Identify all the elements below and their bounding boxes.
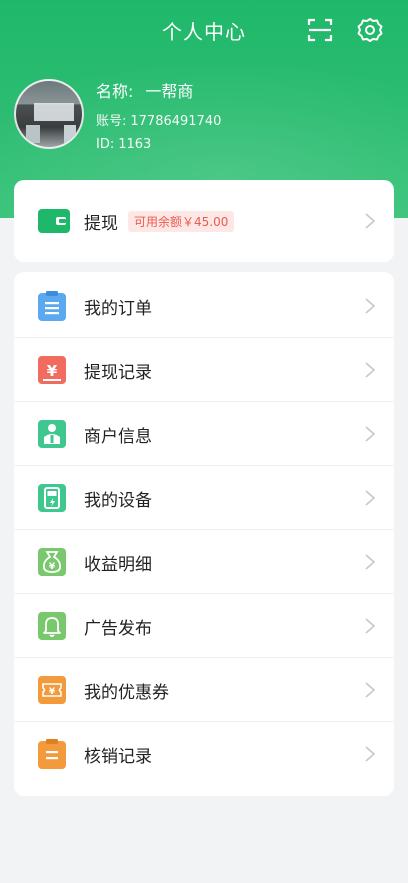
id-row: ID: 1163 — [96, 137, 221, 152]
withdraw-card[interactable]: 提现 可用余额￥45.00 — [14, 180, 394, 262]
bell-icon — [38, 612, 66, 640]
gear-icon — [357, 18, 383, 42]
clipboard-list-icon — [38, 739, 66, 769]
clipboard-icon — [38, 291, 66, 321]
chevron-right-icon — [365, 554, 376, 570]
menu-label-redemption-records: 核销记录 — [84, 746, 152, 767]
menu-label-my-devices: 我的设备 — [84, 490, 152, 511]
chevron-right-icon — [365, 490, 376, 506]
profile-section: 名称: 一帮商 账号: 17786491740 ID: 1163 — [14, 76, 221, 152]
menu-item-my-devices[interactable]: 我的设备 — [14, 466, 394, 530]
account-value: 17786491740 — [130, 114, 222, 129]
avatar[interactable] — [14, 79, 84, 149]
id-label: ID: — [96, 137, 115, 152]
svg-text:¥: ¥ — [47, 362, 58, 380]
withdraw-label: 提现 — [84, 213, 118, 234]
menu-item-earnings[interactable]: ¥ 收益明细 — [14, 530, 394, 594]
menu-item-merchant-info[interactable]: 商户信息 — [14, 402, 394, 466]
menu-label-my-orders: 我的订单 — [84, 298, 152, 319]
scan-icon — [307, 18, 333, 42]
yen-record-icon: ¥ — [38, 356, 66, 384]
account-row: 账号: 17786491740 — [96, 110, 221, 129]
svg-text:¥: ¥ — [49, 562, 56, 572]
menu-item-ad-publish[interactable]: 广告发布 — [14, 594, 394, 658]
top-bar: 个人中心 — [0, 0, 408, 60]
name-label: 名称: — [96, 82, 134, 101]
device-icon — [38, 484, 66, 512]
merchant-name-row: 名称: 一帮商 — [96, 78, 221, 102]
coupon-icon: ¥ — [38, 676, 66, 704]
chevron-right-icon — [365, 682, 376, 698]
menu-label-my-coupons: 我的优惠券 — [84, 682, 169, 703]
menu-item-my-coupons[interactable]: ¥ 我的优惠券 — [14, 658, 394, 722]
menu-card: 我的订单 ¥ 提现记录 商户信息 我的设备 ¥ 收益明细 广告发布 ¥ 我的优惠… — [14, 272, 394, 796]
name-value: 一帮商 — [145, 82, 194, 101]
merchant-icon — [38, 420, 66, 448]
settings-button[interactable] — [354, 14, 386, 46]
money-bag-icon: ¥ — [38, 548, 66, 576]
menu-label-earnings: 收益明细 — [84, 554, 152, 575]
menu-item-my-orders[interactable]: 我的订单 — [14, 274, 394, 338]
svg-text:¥: ¥ — [49, 687, 56, 697]
id-value: 1163 — [118, 137, 152, 152]
chevron-right-icon — [365, 618, 376, 634]
chevron-right-icon — [365, 362, 376, 378]
chevron-right-icon — [365, 213, 376, 229]
scan-button[interactable] — [304, 14, 336, 46]
account-label: 账号: — [96, 114, 127, 129]
menu-item-withdraw-records[interactable]: ¥ 提现记录 — [14, 338, 394, 402]
page-title: 个人中心 — [162, 19, 246, 44]
chevron-right-icon — [365, 298, 376, 314]
menu-label-ad-publish: 广告发布 — [84, 618, 152, 639]
menu-label-withdraw-records: 提现记录 — [84, 362, 152, 383]
chevron-right-icon — [365, 746, 376, 762]
profile-info: 名称: 一帮商 账号: 17786491740 ID: 1163 — [96, 76, 221, 152]
balance-badge: 可用余额￥45.00 — [128, 210, 235, 232]
menu-label-merchant-info: 商户信息 — [84, 426, 152, 447]
menu-item-redemption-records[interactable]: 核销记录 — [14, 722, 394, 786]
wallet-icon — [38, 209, 70, 233]
chevron-right-icon — [365, 426, 376, 442]
